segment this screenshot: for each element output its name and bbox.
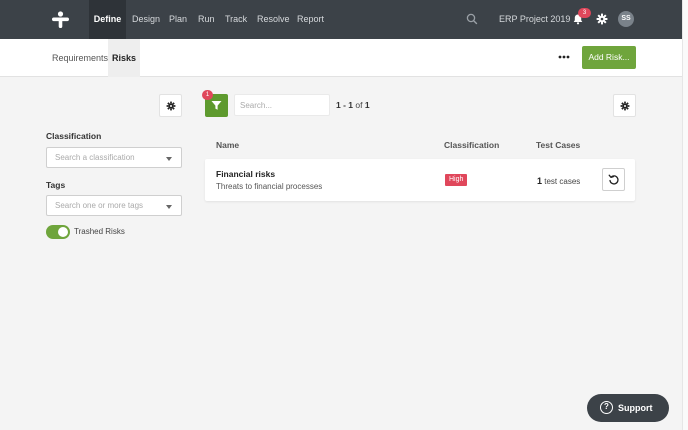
page-scrollbar[interactable] xyxy=(682,0,688,430)
test-cases-label: test cases xyxy=(544,177,581,186)
risk-description: Threats to financial processes xyxy=(216,182,323,191)
table-row[interactable]: Financial risks Threats to financial pro… xyxy=(205,159,635,201)
column-header-test-cases[interactable]: Test Cases xyxy=(536,140,580,150)
nav-plan[interactable]: Plan xyxy=(169,0,187,39)
help-icon: ? xyxy=(600,401,613,414)
filter-icon xyxy=(211,101,222,110)
chevron-down-icon xyxy=(166,157,172,161)
sub-header: Requirements Risks xyxy=(0,39,682,77)
tags-select[interactable]: Search one or more tags xyxy=(46,195,182,216)
pager-of: of xyxy=(355,100,363,110)
support-label: Support xyxy=(618,403,653,413)
chevron-down-icon xyxy=(166,205,172,209)
top-navbar: Define Design Plan Run Track Resolve Rep… xyxy=(0,0,682,39)
trashed-risks-label: Trashed Risks xyxy=(74,227,125,236)
more-options-icon[interactable] xyxy=(557,52,571,62)
nav-resolve[interactable]: Resolve xyxy=(257,0,290,39)
pagination-info: 1 - 1 of 1 xyxy=(336,100,370,110)
classification-badge: High xyxy=(445,174,468,186)
test-cases-count: 1 test cases xyxy=(537,176,580,186)
add-risk-button[interactable]: Add Risk... xyxy=(582,46,636,69)
classification-label: Classification xyxy=(46,131,102,141)
avatar[interactable]: SS xyxy=(618,11,634,27)
gear-icon xyxy=(166,101,176,111)
nav-track[interactable]: Track xyxy=(225,0,247,39)
classification-placeholder: Search a classification xyxy=(55,153,135,162)
tab-requirements[interactable]: Requirements xyxy=(52,39,108,77)
column-header-classification[interactable]: Classification xyxy=(444,140,499,150)
nav-design[interactable]: Design xyxy=(132,0,160,39)
tags-placeholder: Search one or more tags xyxy=(55,201,144,210)
support-button[interactable]: ? Support xyxy=(587,394,669,422)
table-settings-button[interactable] xyxy=(613,94,636,117)
gear-icon xyxy=(620,101,630,111)
logo-icon[interactable] xyxy=(52,11,69,28)
toggle-knob xyxy=(58,227,68,237)
tab-risks[interactable]: Risks xyxy=(108,39,140,77)
tags-label: Tags xyxy=(46,180,66,190)
column-header-name[interactable]: Name xyxy=(216,140,239,150)
nav-define[interactable]: Define xyxy=(89,0,126,39)
search-input[interactable] xyxy=(234,94,330,116)
pager-range: 1 - 1 xyxy=(336,100,354,110)
filter-settings-button[interactable] xyxy=(159,94,182,117)
pager-total: 1 xyxy=(364,100,370,110)
nav-run[interactable]: Run xyxy=(198,0,215,39)
test-cases-number: 1 xyxy=(537,176,543,186)
gear-icon[interactable] xyxy=(595,12,609,26)
trashed-risks-toggle[interactable] xyxy=(46,225,70,239)
restore-icon xyxy=(608,174,619,185)
project-selector[interactable]: ERP Project 2019 xyxy=(499,0,570,39)
risk-name[interactable]: Financial risks xyxy=(216,169,275,179)
search-icon[interactable] xyxy=(465,12,479,26)
filter-count-badge: 1 xyxy=(202,90,213,100)
restore-button[interactable] xyxy=(602,168,625,191)
nav-report[interactable]: Report xyxy=(297,0,324,39)
notification-badge: 3 xyxy=(578,8,591,18)
classification-select[interactable]: Search a classification xyxy=(46,147,182,168)
